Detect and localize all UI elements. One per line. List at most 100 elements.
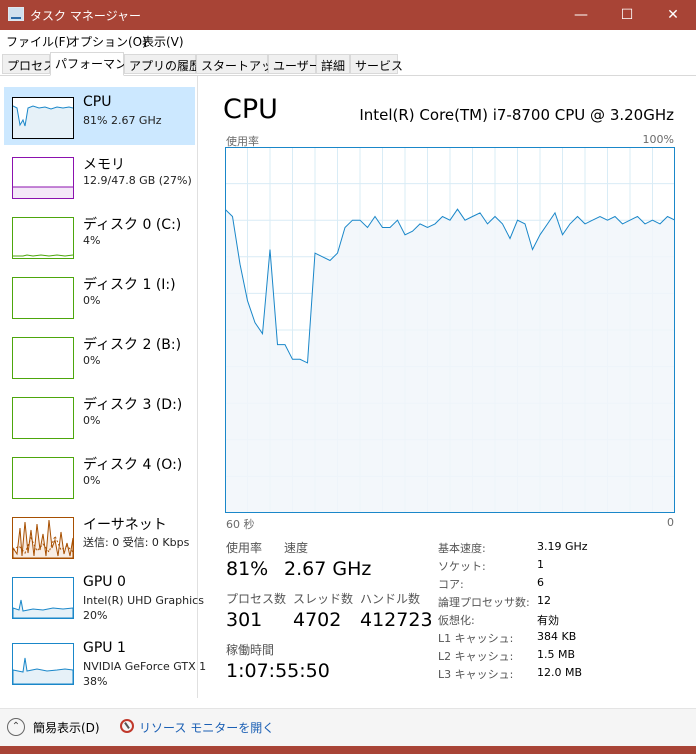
info-label-virtualization: 仮想化: [438, 614, 475, 627]
speed-label: 速度 [284, 541, 309, 555]
sidebar-cpu-detail: 81% 2.67 GHz [83, 114, 162, 127]
chevron-up-icon[interactable]: ⌃ [7, 718, 25, 736]
memory-sparkline [13, 186, 73, 198]
gpu0-sparkline [13, 599, 73, 618]
resource-monitor-link[interactable]: リソース モニターを開く [139, 719, 274, 736]
fewer-details-button[interactable]: 簡易表示(D) [33, 719, 100, 736]
sidebar-item-disk0[interactable]: ディスク 0 (C:) 4% [4, 207, 195, 265]
info-value-base-speed: 3.19 GHz [537, 540, 588, 553]
uptime-value: 1:07:55:50 [226, 660, 330, 682]
sidebar-item-disk2[interactable]: ディスク 2 (B:) 0% [4, 327, 195, 385]
menu-bar: ファイル(F) オプション(O) 表示(V) [0, 30, 696, 50]
disk0-sparkline [13, 254, 73, 257]
handles-value: 412723 [360, 609, 433, 631]
sidebar-item-disk1[interactable]: ディスク 1 (I:) 0% [4, 267, 195, 325]
disk2-thumbnail [12, 337, 74, 379]
processes-value: 301 [226, 609, 263, 631]
sidebar-gpu1-detail: NVIDIA GeForce GTX 1 [83, 660, 207, 673]
sidebar-item-gpu1[interactable]: GPU 1 NVIDIA GeForce GTX 1 38% [4, 633, 206, 691]
ethernet-sparkline-fill [13, 519, 73, 558]
minimize-icon[interactable]: — [558, 0, 604, 30]
sidebar-ethernet-detail: 送信: 0 受信: 0 Kbps [83, 536, 190, 549]
cpu-sparkline [13, 105, 73, 138]
sidebar-memory-detail: 12.9/47.8 GB (27%) [83, 174, 192, 187]
memory-sparkline-fill [13, 187, 73, 198]
speed-value: 2.67 GHz [284, 558, 372, 580]
menu-file[interactable]: ファイル(F) [6, 33, 70, 50]
close-icon[interactable]: ✕ [650, 0, 696, 30]
resource-monitor-icon[interactable] [120, 719, 134, 733]
tab-performance[interactable]: パフォーマンス [50, 52, 139, 76]
usage-label: 使用率 [226, 541, 263, 555]
sidebar-gpu0-detail: Intel(R) UHD Graphics [83, 594, 204, 607]
gpu0-thumbnail [12, 577, 74, 619]
info-value-logical-processors: 12 [537, 594, 551, 607]
performance-sidebar: CPU 81% 2.67 GHz メモリ 12.9/47.8 GB (27%) … [0, 76, 206, 698]
sidebar-disk2-detail: 0% [83, 354, 101, 367]
info-label-l1-cache: L1 キャッシュ: [438, 632, 514, 645]
sidebar-disk3-detail: 0% [83, 414, 101, 427]
info-value-l3-cache: 12.0 MB [537, 666, 583, 679]
sidebar-memory-title: メモリ [83, 157, 125, 173]
disk0-thumbnail [12, 217, 74, 259]
cpu-usage-chart [225, 147, 675, 513]
handles-label: ハンドル数 [360, 592, 421, 606]
sidebar-item-memory[interactable]: メモリ 12.9/47.8 GB (27%) [4, 147, 195, 205]
info-value-sockets: 1 [537, 558, 544, 571]
gpu0-sparkline-fill [13, 599, 73, 618]
tab-processes[interactable]: プロセス [2, 54, 55, 74]
tab-app-history[interactable]: アプリの履歴 [124, 54, 201, 74]
sidebar-gpu0-title: GPU 0 [83, 574, 126, 590]
tab-users[interactable]: ユーザー [268, 54, 321, 74]
sidebar-ethernet-title: イーサネット [83, 517, 167, 533]
info-label-l3-cache: L3 キャッシュ: [438, 668, 514, 681]
info-value-l1-cache: 384 KB [537, 630, 577, 643]
gpu1-thumbnail [12, 643, 74, 685]
memory-thumbnail [12, 157, 74, 199]
sidebar-item-ethernet[interactable]: イーサネット 送信: 0 受信: 0 Kbps [4, 507, 195, 565]
sidebar-item-disk3[interactable]: ディスク 3 (D:) 0% [4, 387, 195, 445]
menu-view[interactable]: 表示(V) [142, 33, 184, 50]
graph-y-max: 100% [642, 133, 674, 146]
tab-details[interactable]: 詳細 [316, 54, 350, 74]
footer-bar: ⌃ 簡易表示(D) リソース モニターを開く [0, 708, 696, 746]
info-value-virtualization: 有効 [537, 614, 559, 627]
sidebar-disk1-detail: 0% [83, 294, 101, 307]
threads-label: スレッド数 [293, 592, 354, 606]
threads-value: 4702 [293, 609, 342, 631]
sidebar-item-cpu[interactable]: CPU 81% 2.67 GHz [4, 87, 195, 145]
sidebar-disk2-title: ディスク 2 (B:) [83, 337, 182, 353]
info-value-l2-cache: 1.5 MB [537, 648, 576, 661]
sidebar-cpu-title: CPU [83, 94, 112, 110]
graph-x-left-label: 60 秒 [226, 518, 255, 531]
disk1-thumbnail [12, 277, 74, 319]
sidebar-item-gpu0[interactable]: GPU 0 Intel(R) UHD Graphics 20% [4, 567, 204, 625]
processes-label: プロセス数 [226, 592, 287, 606]
sidebar-item-disk4[interactable]: ディスク 4 (O:) 0% [4, 447, 195, 505]
cpu-model-name: Intel(R) Core(TM) i7-8700 CPU @ 3.20GHz [359, 106, 674, 124]
maximize-icon[interactable]: ☐ [604, 0, 650, 30]
tab-strip: プロセス パフォーマンス アプリの履歴 スタートアップ ユーザー 詳細 サービス [0, 52, 696, 76]
graph-x-right-label: 0 [667, 516, 674, 529]
info-label-sockets: ソケット: [438, 560, 486, 573]
tab-services[interactable]: サービス [350, 54, 403, 74]
ethernet-thumbnail [12, 517, 74, 559]
page-title: CPU [223, 94, 278, 125]
sidebar-disk4-title: ディスク 4 (O:) [83, 457, 183, 473]
window-bottom-edge [0, 746, 696, 754]
sidebar-disk1-title: ディスク 1 (I:) [83, 277, 176, 293]
task-manager-icon [8, 7, 24, 21]
info-label-cores: コア: [438, 578, 464, 591]
gpu1-sparkline [13, 657, 73, 684]
info-label-base-speed: 基本速度: [438, 542, 486, 555]
sidebar-gpu1-usage: 38% [83, 675, 108, 688]
disk4-thumbnail [12, 457, 74, 499]
menu-options[interactable]: オプション(O) [68, 33, 147, 50]
info-label-l2-cache: L2 キャッシュ: [438, 650, 514, 663]
tab-startup[interactable]: スタートアップ [196, 54, 285, 74]
sidebar-gpu1-title: GPU 1 [83, 640, 126, 656]
uptime-label: 稼働時間 [226, 643, 275, 657]
disk0-sparkline-line [13, 254, 73, 257]
sidebar-disk0-title: ディスク 0 (C:) [83, 217, 182, 233]
disk3-thumbnail [12, 397, 74, 439]
